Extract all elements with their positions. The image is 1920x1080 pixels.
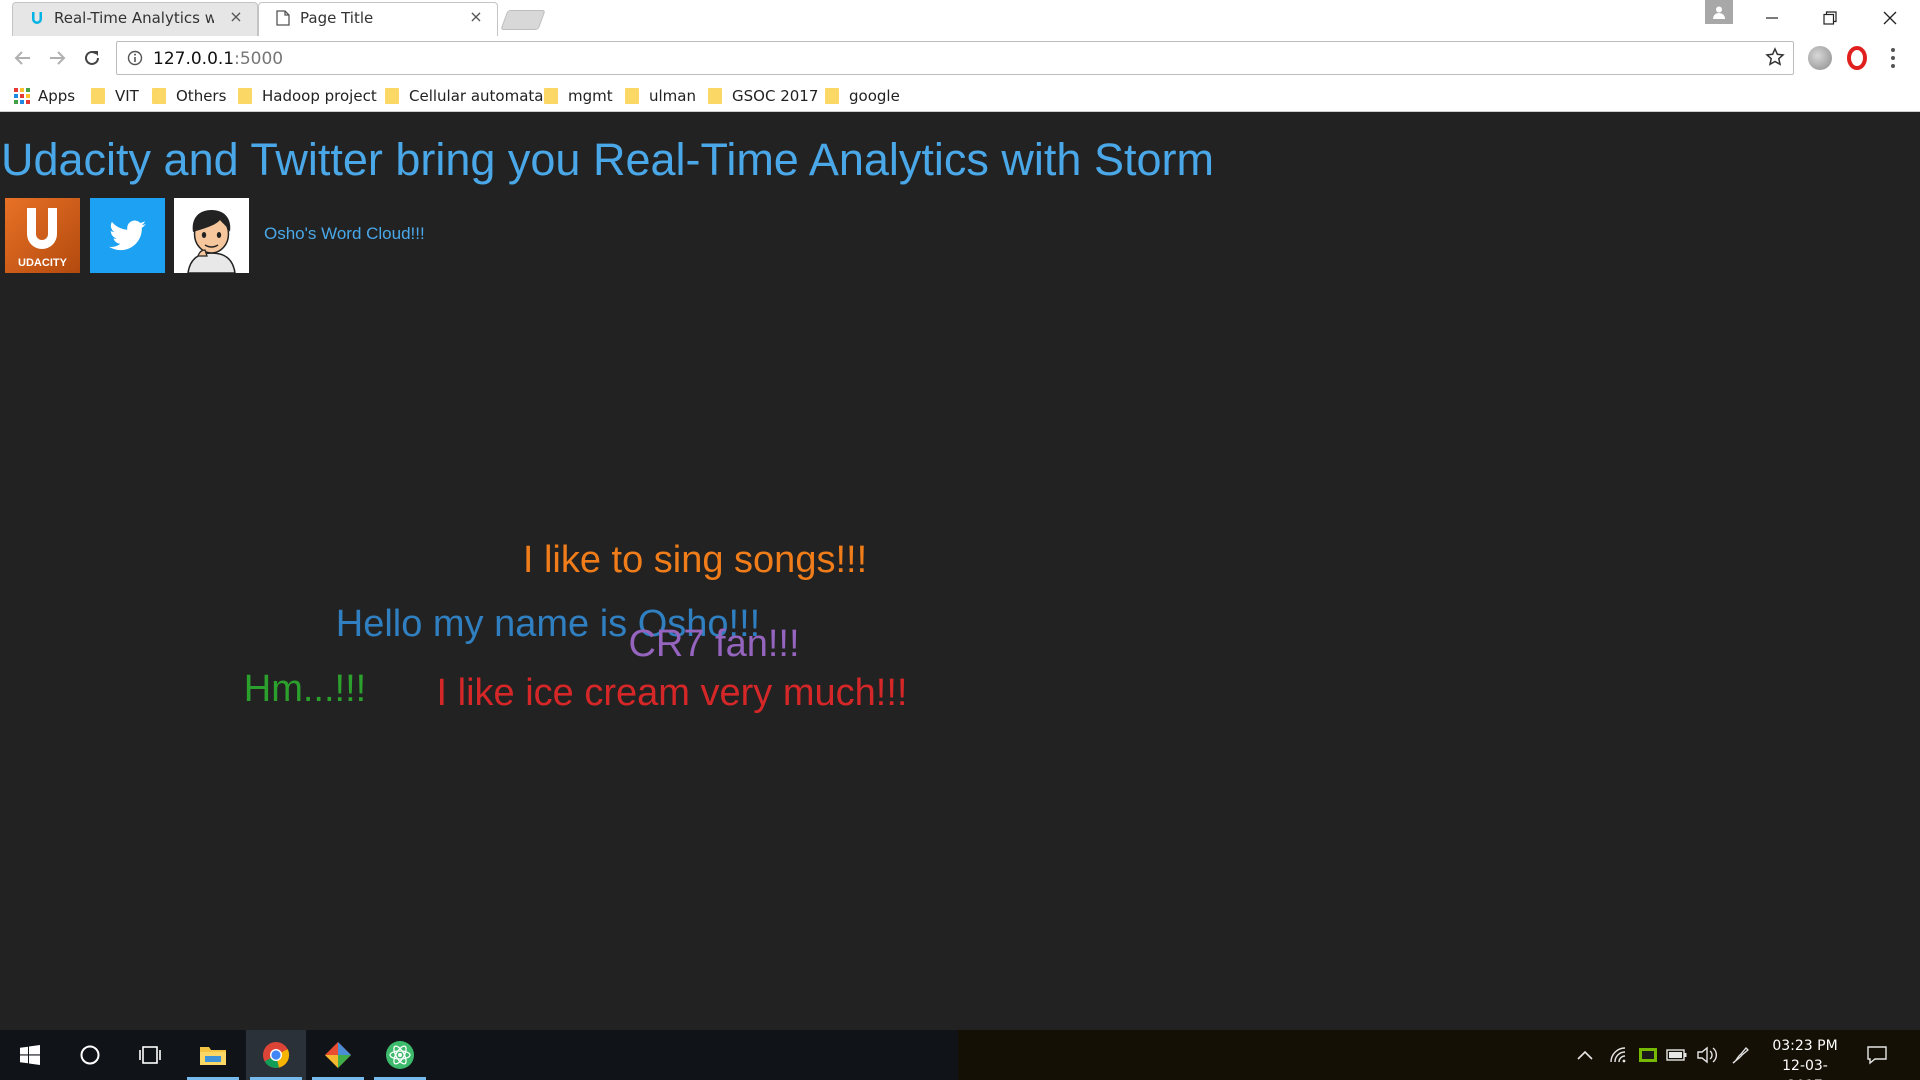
close-window-button[interactable] xyxy=(1860,0,1920,36)
chrome-taskbar-icon[interactable] xyxy=(246,1030,306,1080)
word-cloud-word: I like to sing songs!!! xyxy=(523,539,867,581)
opera-extension-icon[interactable] xyxy=(1845,46,1869,70)
folder-icon xyxy=(544,88,558,104)
bookmark-gsoc-2017[interactable]: GSOC 2017 xyxy=(708,84,818,108)
bookmark-others[interactable]: Others xyxy=(152,84,226,108)
minimize-button[interactable] xyxy=(1742,0,1802,36)
word-cloud-word: CR7 fan!!! xyxy=(628,623,799,665)
apps-grid-icon xyxy=(14,88,30,104)
word-cloud-word: Hm...!!! xyxy=(244,668,366,710)
word-cloud-word: I like ice cream very much!!! xyxy=(437,672,908,714)
folder-icon xyxy=(625,88,639,104)
twitter-logo[interactable] xyxy=(90,198,165,273)
bookmark-hadoop-project[interactable]: Hadoop project xyxy=(238,84,377,108)
clock-date: 12-03-2017 xyxy=(1782,1058,1828,1080)
site-info-icon[interactable] xyxy=(127,50,143,66)
task-view-icon[interactable] xyxy=(120,1030,180,1080)
wifi-icon[interactable] xyxy=(1608,1030,1628,1080)
bookmark-vit[interactable]: VIT xyxy=(91,84,139,108)
bookmark-mgmt[interactable]: mgmt xyxy=(544,84,613,108)
word-cloud-link[interactable]: Osho's Word Cloud!!! xyxy=(264,224,425,244)
file-explorer-icon[interactable] xyxy=(183,1030,243,1080)
cortana-search-icon[interactable] xyxy=(60,1030,120,1080)
clock-time: 03:23 PM xyxy=(1772,1038,1838,1054)
udacity-favicon-icon xyxy=(28,9,46,27)
bookmark-google[interactable]: google xyxy=(825,84,900,108)
address-bar[interactable]: 127.0.0.1:5000 xyxy=(116,41,1794,75)
user-avatar[interactable] xyxy=(174,198,249,274)
bookmark-ulman[interactable]: ulman xyxy=(625,84,696,108)
windows-taskbar: 03:23 PM 12-03-2017 xyxy=(0,1030,1920,1080)
back-arrow-icon[interactable] xyxy=(11,46,35,70)
battery-icon[interactable] xyxy=(1666,1030,1688,1080)
folder-icon xyxy=(91,88,105,104)
word-cloud: I like to sing songs!!!Hello my name is … xyxy=(244,539,908,714)
folder-icon xyxy=(238,88,252,104)
url-text: 127.0.0.1:5000 xyxy=(153,49,284,69)
bookmark-star-icon[interactable] xyxy=(1765,47,1785,73)
tab-real-time-analytics[interactable]: Real-Time Analytics with × xyxy=(12,0,258,36)
action-center-notification-icon[interactable] xyxy=(1866,1030,1888,1080)
folder-icon xyxy=(385,88,399,104)
menu-dots-icon[interactable] xyxy=(1888,48,1898,68)
bookmarks-bar: Apps VIT Others Hadoop project Cellular … xyxy=(0,80,1920,112)
udacity-logo-text: UDACITY xyxy=(18,257,68,269)
new-tab-button[interactable] xyxy=(500,10,546,30)
folder-icon xyxy=(152,88,166,104)
git-app-icon[interactable] xyxy=(308,1030,368,1080)
page-icon xyxy=(274,9,292,27)
nvidia-icon[interactable] xyxy=(1638,1030,1658,1080)
web-page: Udacity and Twitter bring you Real-Time … xyxy=(0,112,1920,1030)
folder-icon xyxy=(825,88,839,104)
bookmark-apps[interactable]: Apps xyxy=(14,84,75,108)
show-hidden-icons-chevron-icon[interactable] xyxy=(1576,1030,1594,1080)
restore-button[interactable] xyxy=(1800,0,1860,36)
atom-app-icon[interactable] xyxy=(370,1030,430,1080)
close-tab-icon[interactable]: × xyxy=(468,9,484,25)
folder-icon xyxy=(708,88,722,104)
pen-workspace-icon[interactable] xyxy=(1730,1030,1752,1080)
extension-globe-icon[interactable] xyxy=(1808,46,1832,70)
page-heading: Udacity and Twitter bring you Real-Time … xyxy=(1,134,1214,185)
tab-title: Real-Time Analytics with xyxy=(54,9,214,27)
reload-icon[interactable] xyxy=(80,46,104,70)
close-tab-icon[interactable]: × xyxy=(228,9,244,25)
tab-title: Page Title xyxy=(300,9,374,27)
browser-tab-bar: Real-Time Analytics with × Page Title × xyxy=(0,0,1920,36)
taskbar-clock[interactable]: 03:23 PM 12-03-2017 xyxy=(1768,1036,1842,1080)
start-windows-icon[interactable] xyxy=(0,1030,60,1080)
udacity-logo[interactable]: UDACITY xyxy=(5,198,80,273)
tab-page-title[interactable]: Page Title × xyxy=(258,0,498,36)
volume-icon[interactable] xyxy=(1696,1030,1718,1080)
bookmark-cellular-automata[interactable]: Cellular automata xyxy=(385,84,543,108)
forward-arrow-icon[interactable] xyxy=(45,46,69,70)
profile-icon[interactable] xyxy=(1705,0,1733,24)
